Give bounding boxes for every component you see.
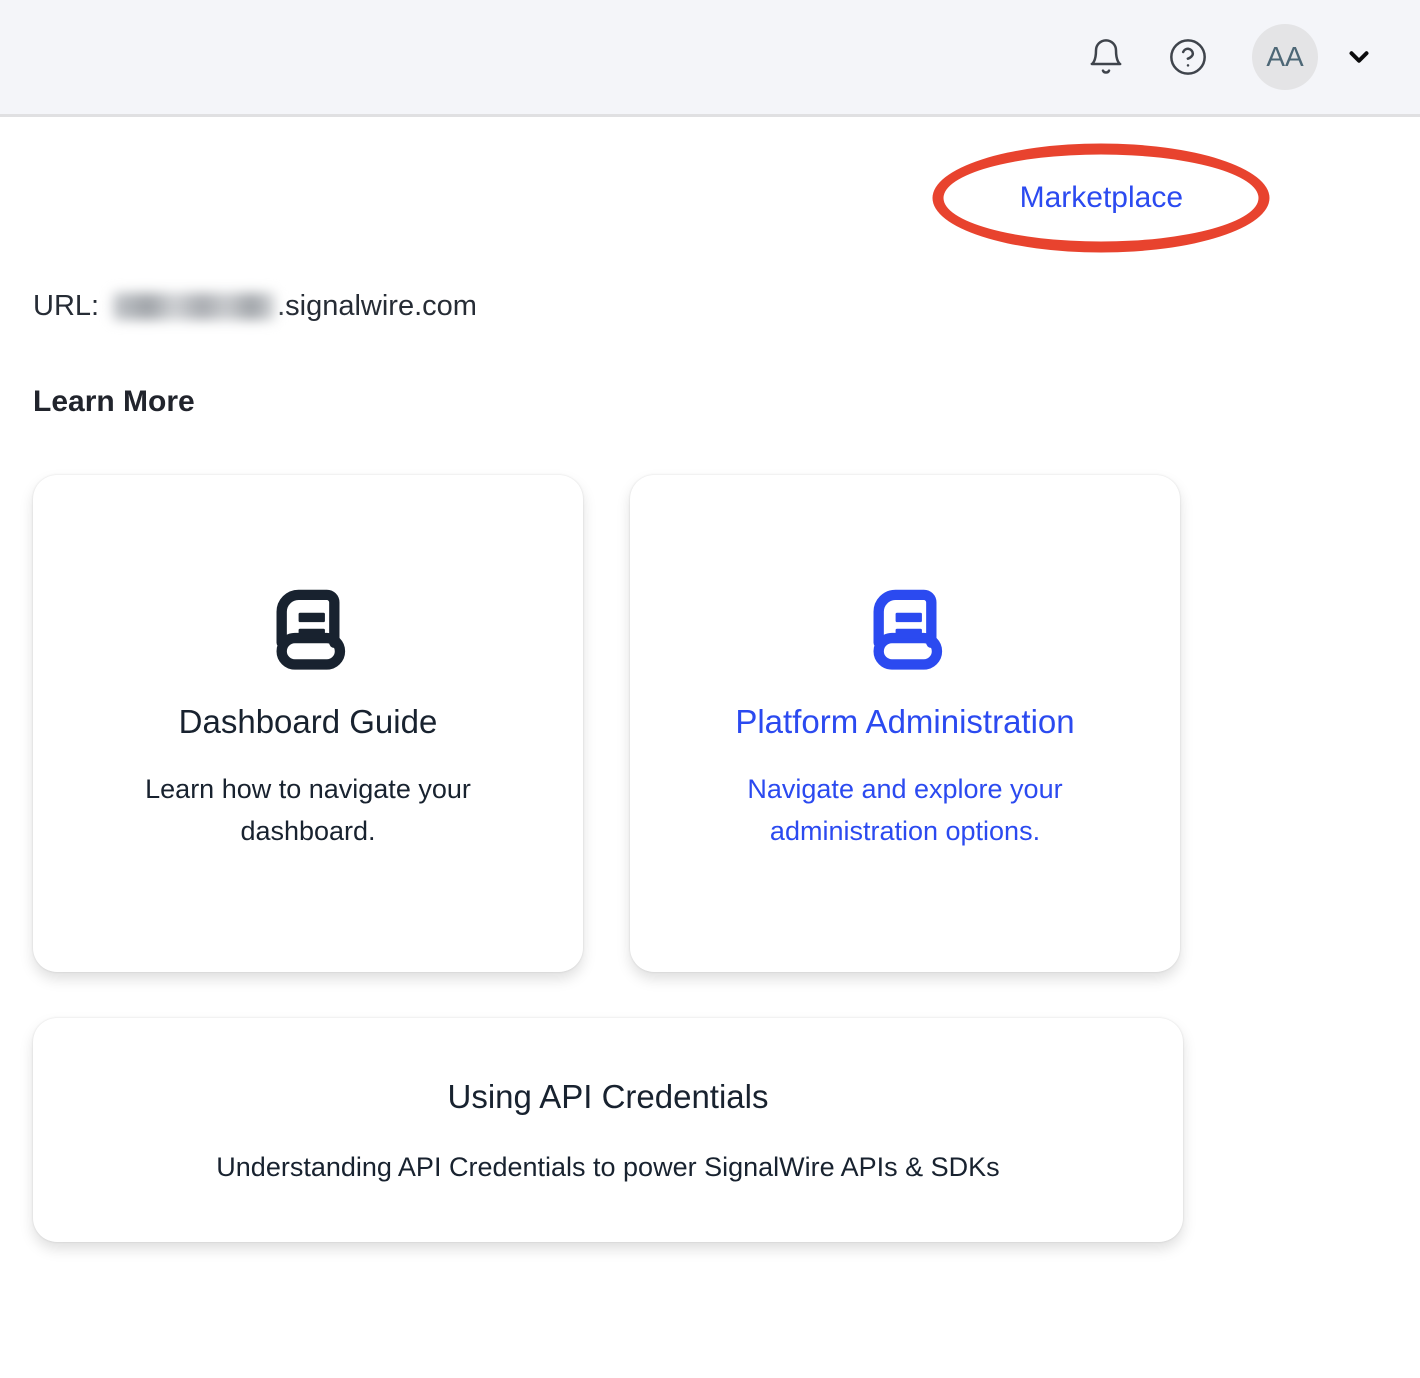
api-credentials-card[interactable]: Using API Credentials Understanding API …: [33, 1018, 1183, 1242]
notifications-button[interactable]: [1084, 35, 1128, 79]
url-domain-suffix: .signalwire.com: [277, 290, 477, 323]
card-description: Understanding API Credentials to power S…: [216, 1152, 999, 1183]
url-masked-segment: [113, 293, 275, 320]
platform-administration-card[interactable]: Platform Administration Navigate and exp…: [630, 475, 1180, 972]
dashboard-guide-card[interactable]: Dashboard Guide Learn how to navigate yo…: [33, 475, 583, 972]
card-title: Using API Credentials: [448, 1078, 769, 1116]
card-title: Dashboard Guide: [179, 703, 438, 741]
learn-more-heading: Learn More: [33, 385, 1183, 419]
card-description: Navigate and explore your administration…: [705, 769, 1105, 853]
account-menu-button[interactable]: [1342, 35, 1376, 79]
book-icon: [261, 575, 355, 671]
card-description: Learn how to navigate your dashboard.: [140, 769, 476, 853]
top-header: AA: [0, 0, 1420, 117]
marketplace-row: Marketplace: [33, 144, 1183, 252]
book-icon: [858, 575, 952, 671]
learn-cards-row: Dashboard Guide Learn how to navigate yo…: [33, 475, 1183, 972]
card-title: Platform Administration: [735, 703, 1074, 741]
bell-icon: [1086, 37, 1126, 77]
marketplace-link[interactable]: Marketplace: [1020, 181, 1183, 214]
question-circle-icon: [1168, 37, 1208, 77]
url-label: URL:: [33, 290, 99, 323]
chevron-down-icon: [1344, 42, 1374, 72]
space-url: URL: .signalwire.com: [33, 290, 1183, 323]
main-content: Marketplace URL: .signalwire.com Learn M…: [33, 144, 1183, 1242]
avatar[interactable]: AA: [1252, 24, 1318, 90]
help-button[interactable]: [1166, 35, 1210, 79]
